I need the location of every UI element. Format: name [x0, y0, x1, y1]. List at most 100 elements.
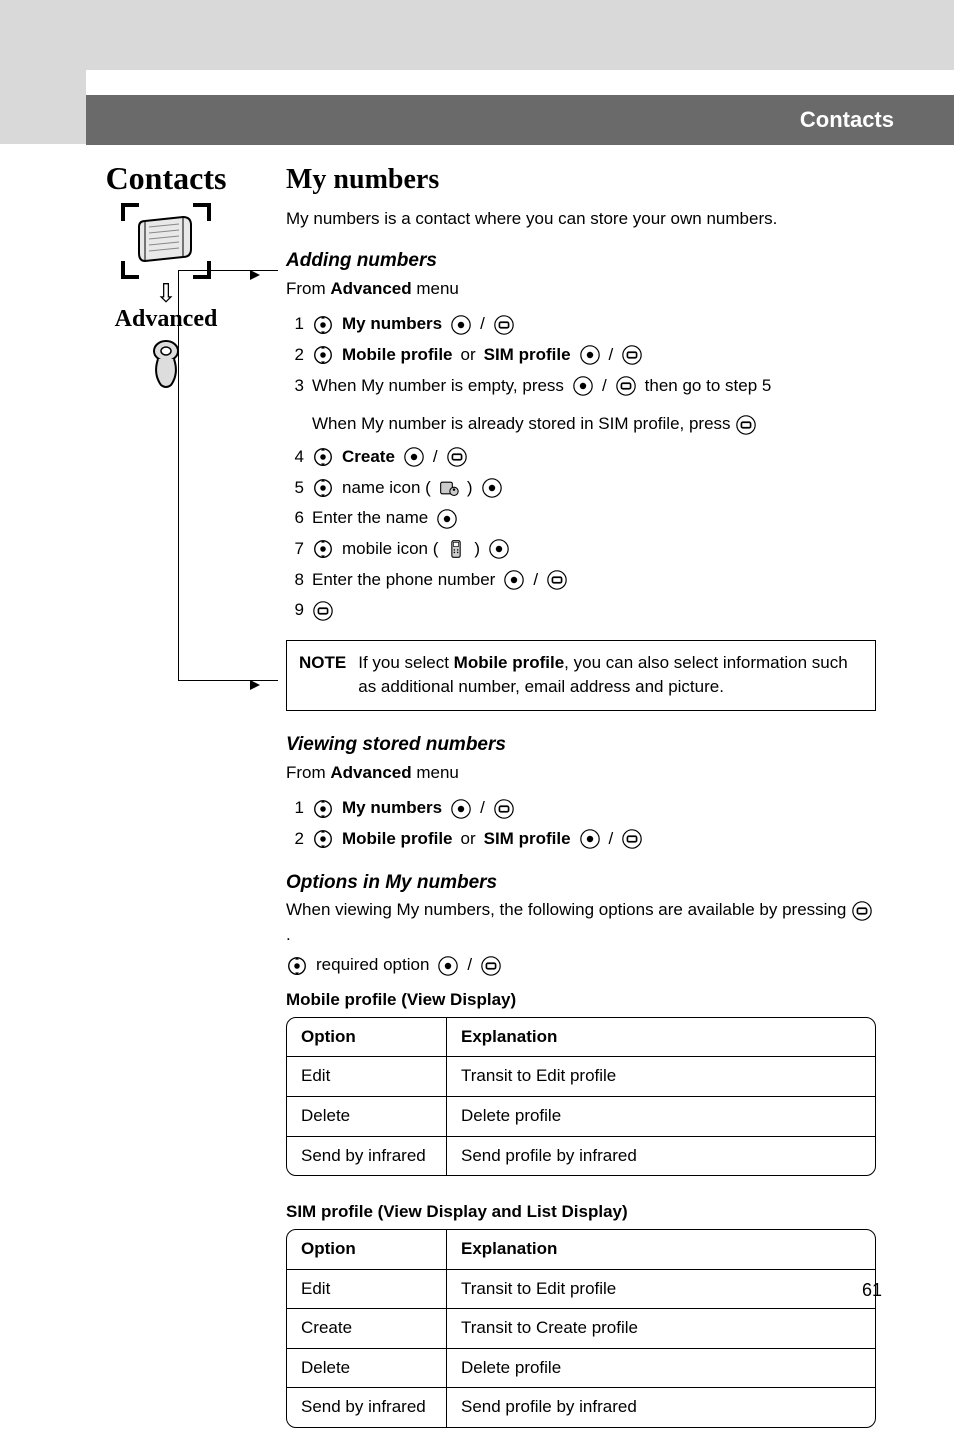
- step-text: When My number is empty, press: [312, 374, 564, 399]
- from-suffix: menu: [412, 763, 459, 782]
- center-key-icon: [488, 538, 510, 560]
- note-box: NOTE If you select Mobile profile, you c…: [286, 640, 876, 711]
- nav-ring-icon: [312, 538, 334, 560]
- from-suffix: menu: [412, 279, 459, 298]
- softkey-icon: [546, 569, 568, 591]
- options-table-mobile: Option Explanation EditTransit to Edit p…: [286, 1017, 876, 1177]
- center-key-icon: [450, 798, 472, 820]
- slash: /: [467, 953, 472, 978]
- from-prefix: From: [286, 279, 330, 298]
- step-bold: Create: [342, 445, 395, 470]
- td-expl: Transit to Create profile: [447, 1309, 875, 1349]
- section-heading: Viewing stored numbers: [286, 731, 876, 759]
- center-key-icon: [403, 446, 425, 468]
- step-item: 3 When My number is empty, press / then …: [286, 371, 876, 442]
- td-option: Edit: [287, 1057, 447, 1097]
- step-text: ): [474, 537, 480, 562]
- nav-ring-icon: [312, 828, 334, 850]
- name-card-icon: [439, 478, 459, 498]
- note-text: If you select Mobile profile, you can al…: [358, 651, 863, 700]
- options-intro: When viewing My numbers, the following o…: [286, 898, 876, 947]
- td-expl: Transit to Edit profile: [447, 1057, 875, 1097]
- nav-ring-icon: [286, 955, 308, 977]
- table-row: EditTransit to Edit profile: [287, 1270, 875, 1310]
- softkey-icon: [480, 955, 502, 977]
- table-header-row: Option Explanation: [287, 1018, 875, 1058]
- th-explanation: Explanation: [447, 1018, 875, 1058]
- note-text-bold: Mobile profile: [454, 653, 565, 672]
- table-header-row: Option Explanation: [287, 1230, 875, 1270]
- section-heading: Adding numbers: [286, 247, 876, 275]
- step-text: mobile icon (: [342, 537, 438, 562]
- td-option: Send by infrared: [287, 1388, 447, 1427]
- nav-ring-icon: [312, 446, 334, 468]
- table-row: EditTransit to Edit profile: [287, 1057, 875, 1097]
- from-prefix: From: [286, 763, 330, 782]
- infrared-icon: [151, 339, 181, 389]
- center-key-icon: [436, 508, 458, 530]
- softkey-icon: [493, 798, 515, 820]
- page-title: My numbers: [286, 160, 876, 201]
- step-num: 5: [286, 476, 304, 501]
- slash: /: [609, 827, 614, 852]
- td-option: Send by infrared: [287, 1137, 447, 1176]
- step-item: 7 mobile icon ( ): [286, 534, 876, 565]
- options-intro-b: .: [286, 925, 291, 944]
- table-row: CreateTransit to Create profile: [287, 1309, 875, 1349]
- from-bold: Advanced: [330, 763, 411, 782]
- section-heading: Options in My numbers: [286, 869, 876, 897]
- th-option: Option: [287, 1018, 447, 1058]
- td-expl: Transit to Edit profile: [447, 1270, 875, 1310]
- step-num: 4: [286, 445, 304, 470]
- softkey-icon: [621, 344, 643, 366]
- table-row: Send by infraredSend profile by infrared: [287, 1388, 875, 1427]
- nav-ring-icon: [312, 344, 334, 366]
- slash: /: [433, 445, 438, 470]
- step-bold: My numbers: [342, 312, 442, 337]
- connector-arrow-icon: [250, 270, 260, 280]
- td-option: Edit: [287, 1270, 447, 1310]
- table-row: DeleteDelete profile: [287, 1097, 875, 1137]
- page-number: 61: [862, 1280, 882, 1301]
- down-arrow-icon: ⇩: [86, 283, 246, 304]
- mobile-phone-icon: [446, 539, 466, 559]
- center-key-icon: [481, 477, 503, 499]
- header-title: Contacts: [800, 107, 894, 133]
- nav-ring-icon: [312, 314, 334, 336]
- step-bold: SIM profile: [484, 343, 571, 368]
- main-content: My numbers My numbers is a contact where…: [286, 160, 876, 1452]
- step-mid: or: [461, 827, 476, 852]
- top-left-block: [0, 0, 86, 144]
- step-bold: Mobile profile: [342, 343, 453, 368]
- steps-list: 1 My numbers / 2 Mobile profile or SIM p…: [286, 309, 876, 625]
- step-num: 2: [286, 343, 304, 368]
- options-intro-a: When viewing My numbers, the following o…: [286, 900, 851, 919]
- nav-ring-icon: [312, 798, 334, 820]
- step-num: 2: [286, 827, 304, 852]
- step-text: ): [467, 476, 473, 501]
- step-num: 1: [286, 796, 304, 821]
- step-item: 8 Enter the phone number /: [286, 565, 876, 596]
- softkey-icon: [446, 446, 468, 468]
- softkey-icon: [493, 314, 515, 336]
- table-caption: Mobile profile (View Display): [286, 988, 876, 1013]
- softkey-icon: [735, 414, 757, 436]
- step-num: 8: [286, 568, 304, 593]
- connector-arrow-icon: [250, 680, 260, 690]
- slash: /: [533, 568, 538, 593]
- step-num: 6: [286, 506, 304, 531]
- connector-line: [178, 270, 278, 271]
- step-item: 9: [286, 595, 876, 626]
- td-option: Delete: [287, 1349, 447, 1389]
- table-caption: SIM profile (View Display and List Displ…: [286, 1200, 876, 1225]
- step-item: 1 My numbers /: [286, 793, 876, 824]
- step-text: Enter the name: [312, 506, 428, 531]
- slash: /: [602, 374, 607, 399]
- nav-ring-icon: [312, 477, 334, 499]
- softkey-icon: [615, 375, 637, 397]
- connector-line: [178, 680, 278, 681]
- td-option: Delete: [287, 1097, 447, 1137]
- step-text: then go to step 5: [645, 374, 772, 399]
- td-expl: Delete profile: [447, 1097, 875, 1137]
- step-sub-text: When My number is already stored in SIM …: [312, 414, 735, 433]
